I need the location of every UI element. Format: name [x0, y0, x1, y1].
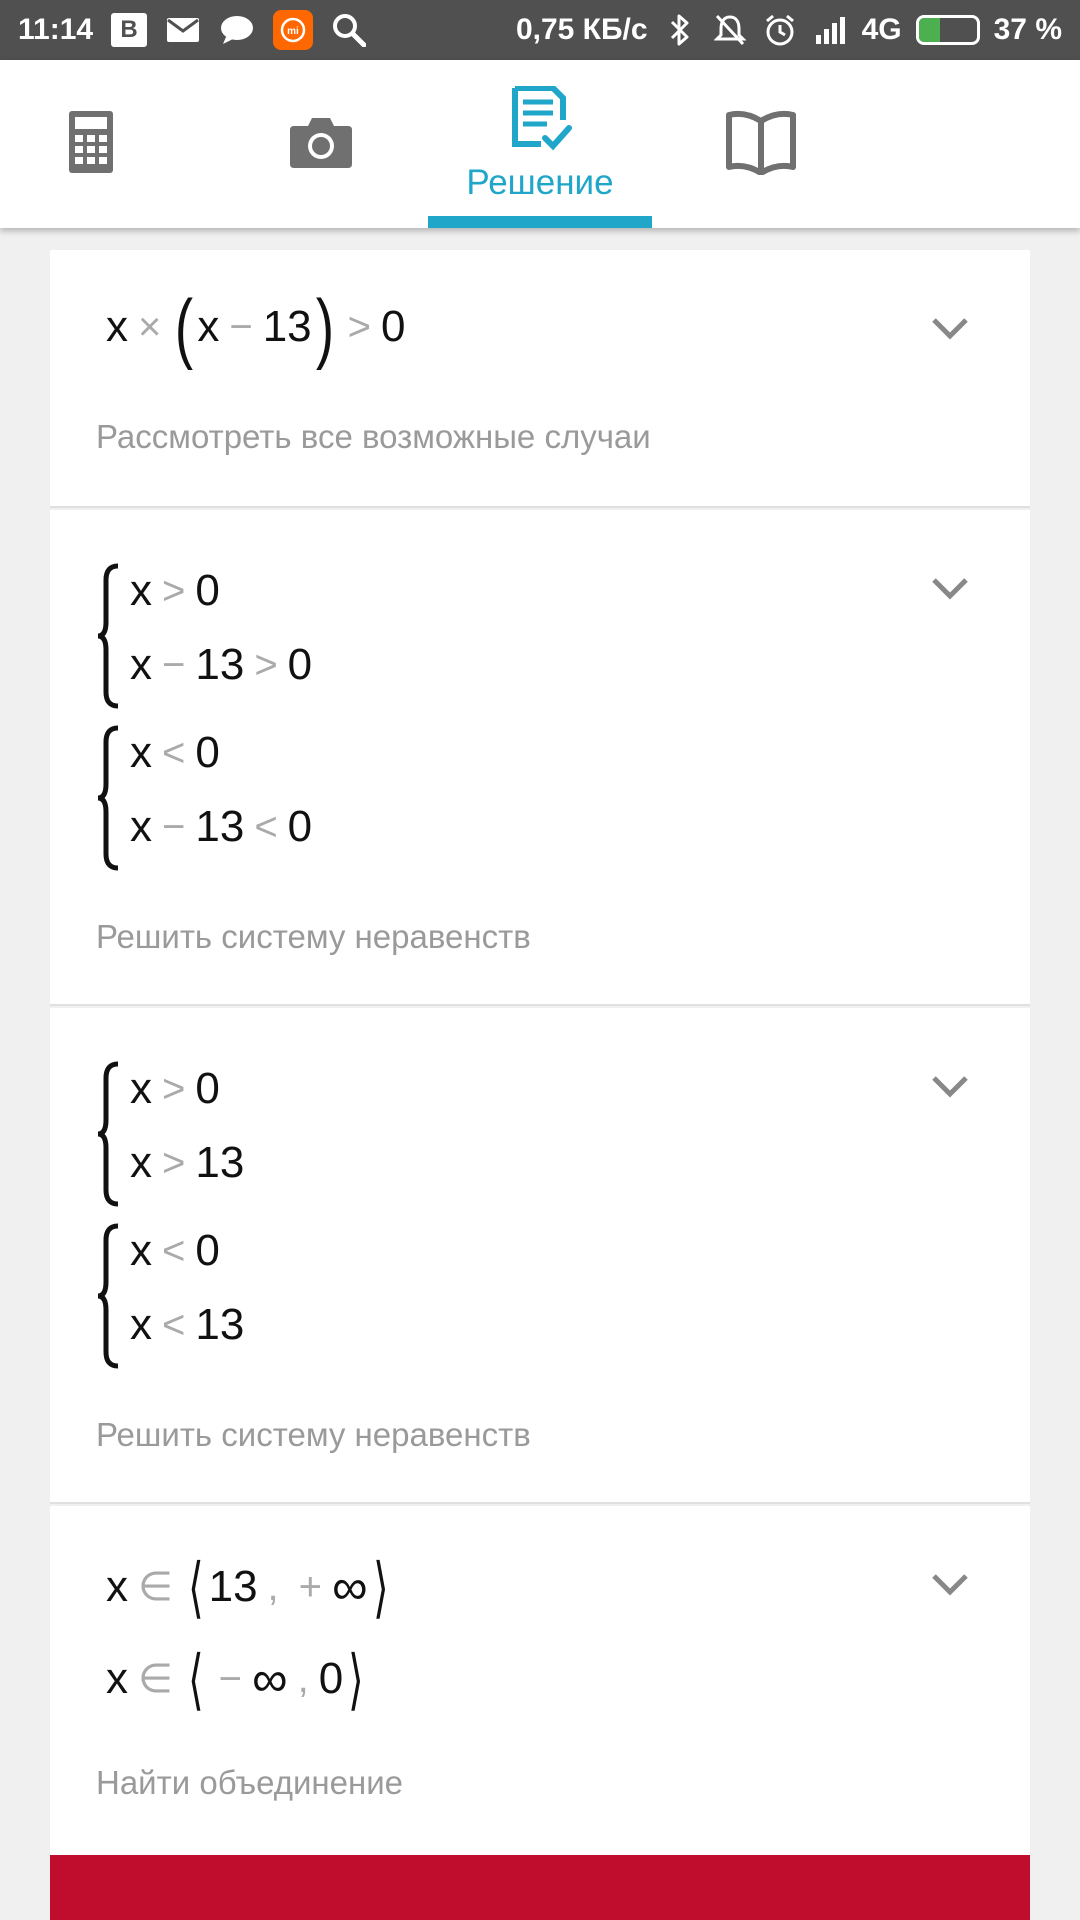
- angle-open: ⟨: [187, 1642, 204, 1716]
- interval-line: x ∈ ⟨ 13 , + ∞ ⟩: [106, 1550, 389, 1624]
- step-hint: Решить систему неравенств: [96, 918, 531, 955]
- solution-steps: x × ( x − 13 ) > 0 Рассмотреть все возмо…: [50, 228, 1030, 1920]
- bell-off-icon: [712, 12, 748, 48]
- mi-icon: mi: [273, 10, 314, 50]
- battery-percent: 37 %: [993, 13, 1062, 46]
- math-op: >: [347, 304, 371, 349]
- step-card-3[interactable]: x > 0 x > 13 x < 0 x < 13 Решить систему…: [50, 1008, 1030, 1504]
- inequality-system: x < 0 x < 13: [96, 1222, 496, 1370]
- inequality-system: x > 0 x − 13 > 0: [96, 562, 496, 710]
- step-card-2[interactable]: x > 0 x − 13 > 0 x < 0 x − 13 < 0 Решить…: [50, 510, 1030, 1006]
- math-var: x: [197, 302, 220, 351]
- mail-icon: [165, 12, 201, 48]
- network-speed: 0,75 КБ/с: [515, 13, 648, 46]
- tab-bar: Решение: [0, 60, 1080, 228]
- step-card-4[interactable]: x ∈ ⟨ 13 , + ∞ ⟩ x ∈ ⟨ − ∞ , 0 ⟩ Найти о…: [50, 1506, 1030, 1855]
- interval-line: x ∈ ⟨ − ∞ , 0 ⟩: [106, 1642, 364, 1716]
- bluetooth-icon: [662, 12, 698, 48]
- step-1-expression: x × ( x − 13 ) > 0: [106, 288, 405, 366]
- math-var: x: [106, 302, 128, 351]
- signal-icon: [812, 12, 848, 48]
- network-type: 4G: [861, 13, 902, 46]
- system-row: x − 13 < 0: [130, 802, 313, 851]
- battery-fill: [918, 18, 941, 42]
- chevron-down-icon[interactable]: [932, 578, 968, 605]
- system-row: x < 13: [130, 1300, 245, 1349]
- solution-checklist-icon: [507, 84, 573, 157]
- angle-close: ⟩: [348, 1642, 364, 1716]
- chevron-down-icon[interactable]: [932, 1574, 968, 1601]
- paren-close: ): [315, 283, 334, 371]
- inequality-system: x < 0 x − 13 < 0: [96, 724, 496, 872]
- step-card-1[interactable]: x × ( x − 13 ) > 0 Рассмотреть все возмо…: [50, 250, 1030, 508]
- inequality-system: x > 0 x > 13: [96, 1060, 496, 1208]
- book-icon: [725, 109, 797, 180]
- camera-icon: [290, 116, 352, 173]
- math-num: 13: [262, 302, 312, 351]
- camera-tab[interactable]: [230, 60, 412, 228]
- solution-tab-label: Решение: [466, 162, 614, 202]
- chevron-down-icon[interactable]: [932, 1076, 968, 1103]
- system-row: x > 13: [130, 1138, 245, 1187]
- system-row: x > 0: [130, 566, 220, 615]
- math-op: ×: [138, 304, 162, 349]
- status-bar: 11:14 B mi 0,75 КБ/с 4G 37 %: [0, 0, 1080, 60]
- step-hint: Решить систему неравенств: [96, 1416, 531, 1453]
- solution-tab[interactable]: Решение: [428, 60, 652, 228]
- book-tab[interactable]: [670, 60, 852, 228]
- system-row: x − 13 > 0: [130, 640, 313, 689]
- math-op: −: [229, 304, 253, 349]
- battery-charging-icon: [915, 15, 980, 45]
- math-num: 0: [381, 302, 406, 351]
- angle-open: ⟨: [187, 1550, 204, 1624]
- alarm-icon: [762, 12, 798, 48]
- calculator-icon: [69, 110, 113, 178]
- status-time: 11:14: [18, 13, 94, 46]
- system-row: x > 0: [130, 1064, 220, 1113]
- svg-text:mi: mi: [287, 26, 299, 37]
- step-hint: Рассмотреть все возможные случаи: [96, 418, 651, 455]
- system-row: x < 0: [130, 728, 220, 777]
- final-result-card[interactable]: [50, 1855, 1030, 1920]
- search-icon: [331, 12, 367, 48]
- active-tab-indicator: [428, 216, 652, 228]
- chevron-down-icon[interactable]: [932, 318, 968, 345]
- paren-open: (: [175, 283, 194, 371]
- chat-icon: [219, 12, 255, 48]
- vk-icon: B: [111, 13, 148, 47]
- step-hint: Найти объединение: [96, 1764, 404, 1801]
- system-row: x < 0: [130, 1226, 220, 1275]
- calculator-tab[interactable]: [0, 60, 182, 228]
- angle-close: ⟩: [372, 1550, 389, 1624]
